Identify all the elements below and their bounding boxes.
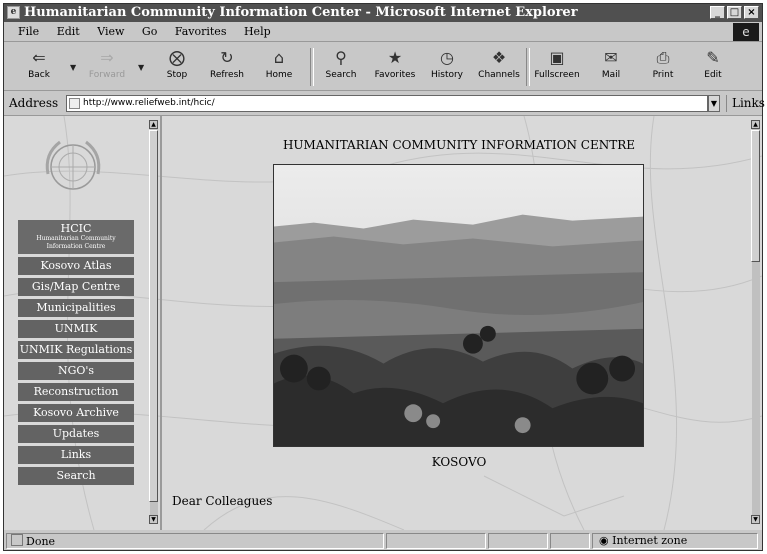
sidebar-item-unmik-regulations[interactable]: UNMIK Regulations bbox=[18, 341, 134, 359]
sidebar-header-subtitle: Humanitarian Community Information Centr… bbox=[36, 235, 116, 250]
sidebar-item-reconstruction[interactable]: Reconstruction bbox=[18, 383, 134, 401]
page-heading: HUMANITARIAN COMMUNITY INFORMATION CENTR… bbox=[282, 138, 636, 152]
sidebar-item-updates[interactable]: Updates bbox=[18, 425, 134, 443]
forward-button[interactable]: ⇒ Forward bbox=[82, 46, 132, 88]
browser-window: e Humanitarian Community Information Cen… bbox=[3, 3, 765, 551]
address-dropdown-icon[interactable]: ▼ bbox=[708, 95, 720, 112]
menu-view[interactable]: View bbox=[97, 25, 124, 38]
favorites-button[interactable]: ★ Favorites bbox=[370, 46, 420, 88]
sidebar-scroll-thumb[interactable] bbox=[149, 130, 158, 502]
back-arrow-icon: ⇐ bbox=[32, 48, 46, 67]
status-zone-panel: ◉ Internet zone bbox=[592, 533, 758, 549]
toolbar-separator bbox=[310, 48, 314, 86]
title-bar: e Humanitarian Community Information Cen… bbox=[4, 4, 762, 22]
sidebar-item-search[interactable]: Search bbox=[18, 467, 134, 485]
stop-button[interactable]: ⨂ Stop bbox=[152, 46, 202, 88]
sidebar-scrollbar[interactable]: ▲ ▼ bbox=[149, 120, 158, 524]
history-icon: ◷ bbox=[440, 48, 454, 67]
maximize-button[interactable]: □ bbox=[727, 6, 742, 19]
printer-icon: ⎙ bbox=[656, 48, 670, 67]
window-title: Humanitarian Community Information Cente… bbox=[24, 5, 578, 20]
ie-throbber-icon: e bbox=[733, 23, 759, 41]
menu-favorites[interactable]: Favorites bbox=[175, 25, 227, 38]
edit-page-icon: ✎ bbox=[706, 48, 720, 67]
address-input[interactable]: http://www.reliefweb.int/hcic/ bbox=[66, 95, 708, 112]
mail-icon: ✉ bbox=[604, 48, 618, 67]
status-bar: Done ◉ Internet zone bbox=[4, 531, 762, 551]
photo-caption: KOSOVO bbox=[431, 455, 487, 469]
status-panel bbox=[550, 533, 590, 549]
toolbar-separator bbox=[526, 48, 530, 86]
sidebar-item-gis-map-centre[interactable]: Gis/Map Centre bbox=[18, 278, 134, 296]
back-dropdown-icon[interactable]: ▼ bbox=[70, 63, 76, 72]
sidebar-nav: HCIC Humanitarian Community Information … bbox=[18, 220, 134, 485]
sidebar-item-kosovo-atlas[interactable]: Kosovo Atlas bbox=[18, 257, 134, 275]
main-frame: HUMANITARIAN COMMUNITY INFORMATION CENTR… bbox=[164, 116, 762, 530]
sidebar-item-kosovo-archive[interactable]: Kosovo Archive bbox=[18, 404, 134, 422]
un-emblem-logo bbox=[45, 140, 101, 190]
standard-toolbar: ⇐ Back ▼ ⇒ Forward ▼ ⨂ Stop ↻ Refresh ⌂ … bbox=[4, 43, 762, 91]
scroll-up-icon[interactable]: ▲ bbox=[149, 120, 158, 129]
sidebar-item-ngos[interactable]: NGO's bbox=[18, 362, 134, 380]
status-panel bbox=[488, 533, 548, 549]
status-main-panel: Done bbox=[6, 533, 384, 549]
main-scrollbar[interactable]: ▲ ▼ bbox=[751, 120, 760, 524]
home-icon: ⌂ bbox=[273, 48, 285, 67]
status-panel bbox=[386, 533, 486, 549]
favorites-folder-icon: ★ bbox=[387, 48, 403, 67]
sidebar-item-unmik[interactable]: UNMIK bbox=[18, 320, 134, 338]
fullscreen-icon: ▣ bbox=[549, 48, 565, 67]
home-button[interactable]: ⌂ Home bbox=[254, 46, 304, 88]
minimize-button[interactable]: _ bbox=[710, 6, 725, 19]
scroll-up-icon[interactable]: ▲ bbox=[751, 120, 760, 129]
refresh-button[interactable]: ↻ Refresh bbox=[202, 46, 252, 88]
status-page-icon bbox=[11, 534, 23, 546]
forward-dropdown-icon[interactable]: ▼ bbox=[138, 63, 144, 72]
mail-button[interactable]: ✉ Mail bbox=[586, 46, 636, 88]
search-icon: ⚲ bbox=[335, 48, 347, 67]
page-icon bbox=[69, 98, 80, 109]
stop-icon: ⨂ bbox=[169, 48, 185, 67]
refresh-icon: ↻ bbox=[220, 48, 234, 67]
print-button[interactable]: ⎙ Print bbox=[638, 46, 688, 88]
greeting-text: Dear Colleagues bbox=[172, 494, 273, 508]
address-label: Address bbox=[9, 96, 59, 110]
internet-zone-icon: ◉ bbox=[599, 534, 609, 547]
menu-go[interactable]: Go bbox=[142, 25, 157, 38]
address-url: http://www.reliefweb.int/hcic/ bbox=[83, 98, 215, 108]
scroll-down-icon[interactable]: ▼ bbox=[149, 515, 158, 524]
main-scroll-thumb[interactable] bbox=[751, 130, 760, 262]
scroll-down-icon[interactable]: ▼ bbox=[751, 515, 760, 524]
close-button[interactable]: × bbox=[744, 6, 759, 19]
menu-file[interactable]: File bbox=[18, 25, 39, 38]
ie-app-icon[interactable]: e bbox=[7, 6, 20, 19]
address-bar: Address http://www.reliefweb.int/hcic/ ▼… bbox=[4, 92, 765, 116]
page-content: HCIC Humanitarian Community Information … bbox=[4, 116, 762, 530]
status-zone-text: Internet zone bbox=[612, 534, 688, 547]
menu-bar: File Edit View Go Favorites Help bbox=[4, 22, 762, 42]
sidebar-header-title: HCIC bbox=[60, 222, 92, 235]
back-button[interactable]: ⇐ Back bbox=[14, 46, 64, 88]
menu-help[interactable]: Help bbox=[244, 25, 271, 38]
menu-edit[interactable]: Edit bbox=[57, 25, 80, 38]
sidebar-item-municipalities[interactable]: Municipalities bbox=[18, 299, 134, 317]
search-button[interactable]: ⚲ Search bbox=[316, 46, 366, 88]
edit-button[interactable]: ✎ Edit bbox=[688, 46, 738, 88]
history-button[interactable]: ◷ History bbox=[422, 46, 472, 88]
sidebar-header[interactable]: HCIC Humanitarian Community Information … bbox=[18, 220, 134, 254]
fullscreen-button[interactable]: ▣ Fullscreen bbox=[532, 46, 582, 88]
sidebar-item-links[interactable]: Links bbox=[18, 446, 134, 464]
channels-button[interactable]: ❖ Channels bbox=[474, 46, 524, 88]
status-text: Done bbox=[26, 535, 56, 548]
window-controls: _ □ × bbox=[710, 6, 759, 19]
links-button[interactable]: Links bbox=[726, 95, 765, 112]
channels-icon: ❖ bbox=[491, 48, 507, 67]
sidebar-frame: HCIC Humanitarian Community Information … bbox=[4, 116, 162, 530]
forward-arrow-icon: ⇒ bbox=[100, 48, 114, 67]
kosovo-landscape-photo bbox=[273, 164, 644, 447]
